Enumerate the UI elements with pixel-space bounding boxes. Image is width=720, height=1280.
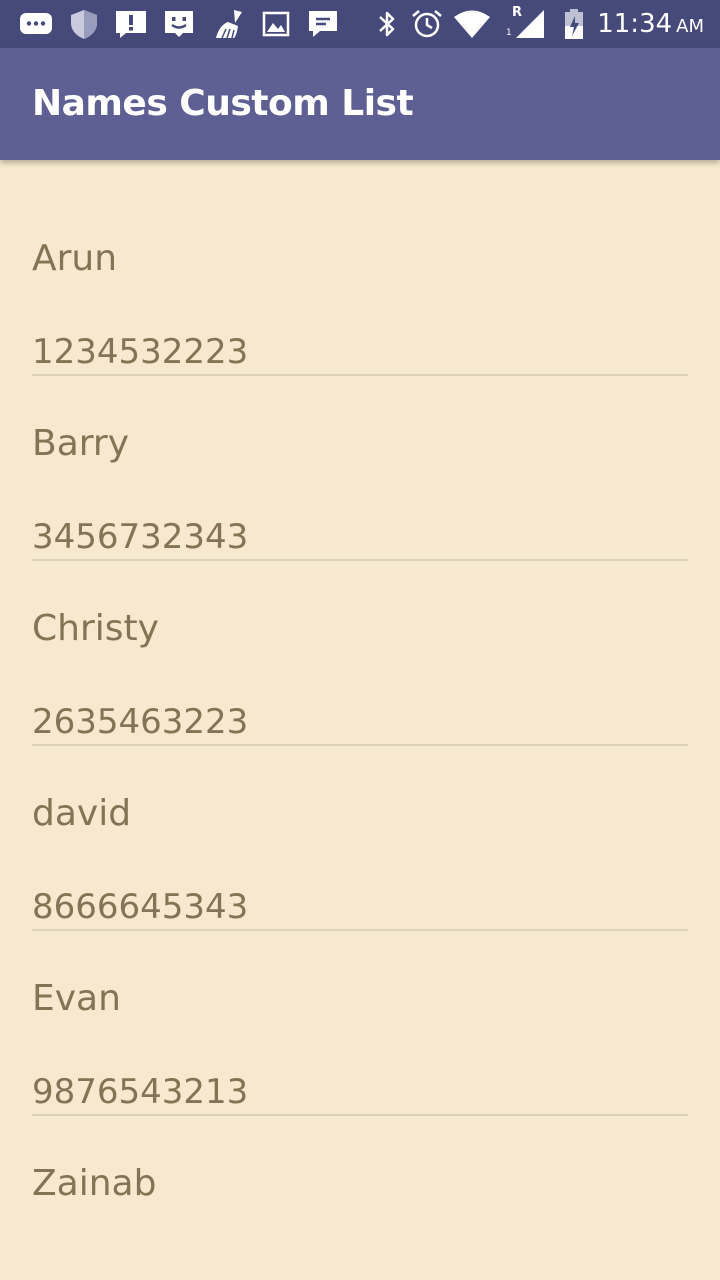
list-item[interactable]: Christy 2635463223 [32, 530, 688, 746]
contact-list[interactable]: Arun 1234532223 Barry 3456732343 Christy… [0, 160, 720, 1280]
app-bar: Names Custom List [0, 48, 720, 160]
app-title: Names Custom List [32, 83, 414, 124]
clock-time: 11:34 [597, 9, 673, 39]
broom-icon [216, 10, 242, 39]
alert-icon [116, 11, 146, 38]
contact-name: Barry [32, 423, 130, 464]
list-item[interactable]: Zainab [32, 1085, 688, 1270]
list-item[interactable]: Arun 1234532223 [32, 160, 688, 376]
contact-name: david [32, 793, 132, 834]
sms-icon [309, 11, 337, 37]
clock-ampm: AM [676, 16, 704, 37]
bluetooth-icon [379, 11, 395, 37]
battery-icon [565, 9, 583, 39]
alarm-icon [412, 10, 442, 38]
wifi-icon [454, 10, 490, 38]
status-bar: R 1 11:34 AM [0, 0, 720, 48]
shield-icon [71, 10, 97, 39]
list-item[interactable]: Evan 9876543213 [32, 900, 688, 1116]
list-item[interactable]: david 8666645343 [32, 715, 688, 931]
contact-name: Christy [32, 608, 159, 649]
sim-slot-label: 1 [506, 28, 512, 38]
contact-name: Arun [32, 238, 118, 279]
contact-name: Evan [32, 978, 121, 1019]
chat-bubble-icon [20, 13, 52, 34]
image-icon [262, 11, 290, 37]
clock: 11:34 AM [597, 7, 704, 41]
face-icon [165, 11, 193, 37]
list-item[interactable]: Barry 3456732343 [32, 345, 688, 561]
signal-icon [516, 10, 544, 38]
contact-name: Zainab [32, 1163, 157, 1204]
